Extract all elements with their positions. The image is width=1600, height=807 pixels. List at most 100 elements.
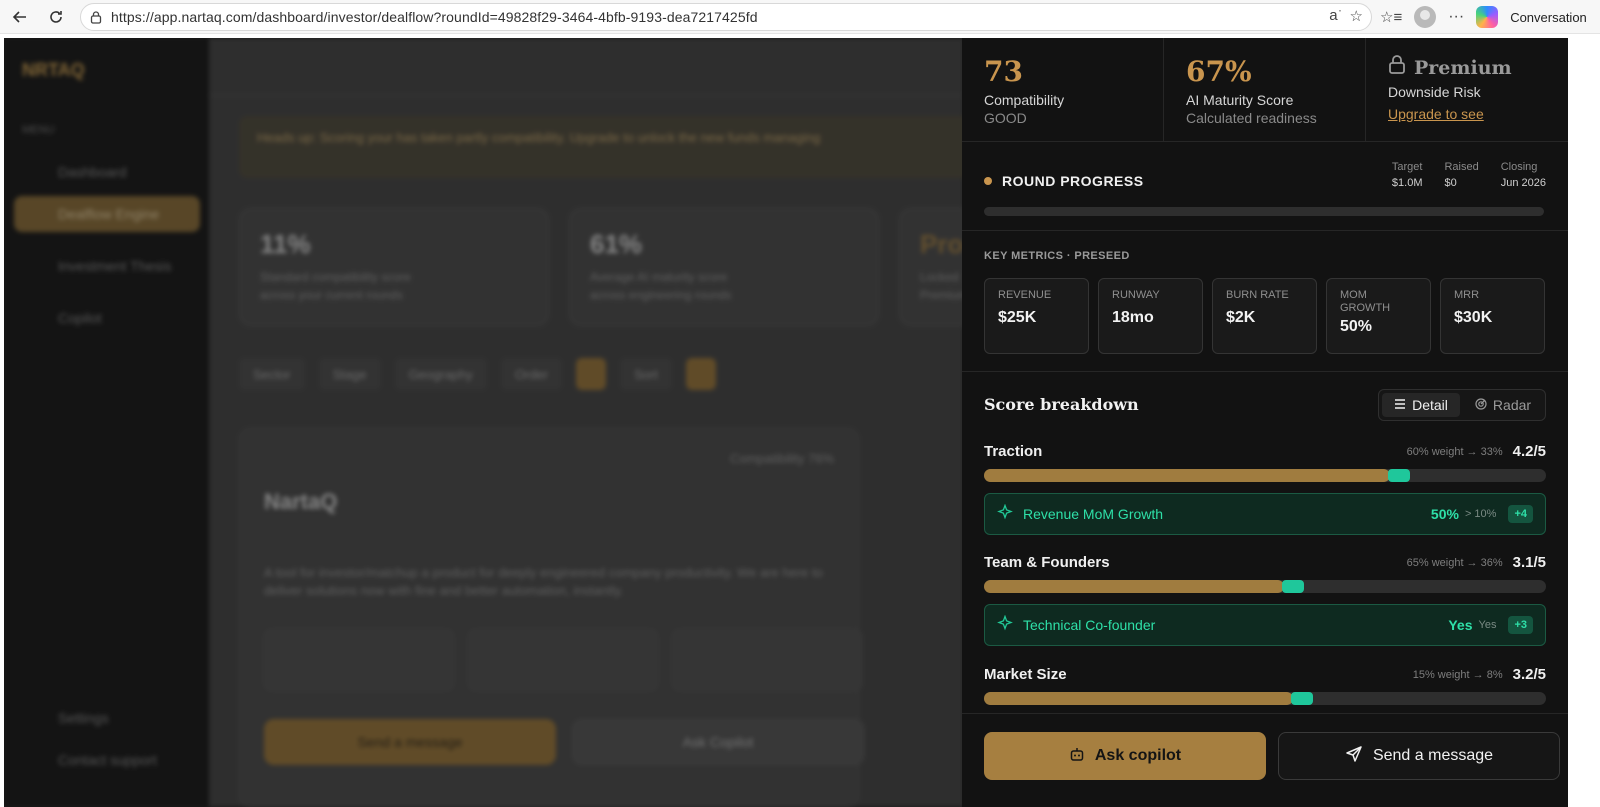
metric-runway: RUNWAY 18mo <box>1098 278 1203 354</box>
metric-burn-rate: BURN RATE $2K <box>1212 278 1317 354</box>
criterion-weight: 60% weight → 33% <box>1406 445 1503 458</box>
filter-toggle[interactable] <box>576 358 607 390</box>
criterion-score: 3.1/5 <box>1512 554 1546 571</box>
panel-footer: Ask copilot Send a message <box>962 713 1568 807</box>
summary-cards: 73 Compatibility GOOD 67% AI Maturity Sc… <box>962 38 1568 142</box>
filter-toggle[interactable] <box>685 358 716 390</box>
criterion-bar-fill <box>984 469 1390 482</box>
address-bar[interactable]: https://app.nartaq.com/dashboard/investo… <box>80 3 1372 31</box>
signal-points-badge: +3 <box>1508 616 1533 634</box>
filter-stage[interactable]: Stage <box>318 358 381 390</box>
metric-revenue: REVENUE $25K <box>984 278 1089 354</box>
kpi-label: Locked <box>920 270 959 284</box>
star-icon[interactable]: ☆ <box>1350 7 1363 25</box>
criterion-traction: Traction 60% weight → 33% 4.2/5 <box>984 443 1546 482</box>
raised-label: Raised <box>1444 161 1479 173</box>
metric-label: BURN RATE <box>1226 289 1289 301</box>
filter-order[interactable]: Order <box>500 358 563 390</box>
signal-name: Technical Co-founder <box>1023 617 1156 633</box>
filter-bar: Sector Stage Geography Order Sort <box>239 358 716 390</box>
downside-risk-label: Downside Risk <box>1388 84 1481 100</box>
compatibility-rating: GOOD <box>984 110 1027 126</box>
kpi-value: 61% <box>590 229 643 259</box>
metric-value: $30K <box>1454 309 1493 326</box>
metric-label: RUNWAY <box>1112 289 1160 301</box>
signal-threshold: > 10% <box>1464 508 1497 520</box>
sidebar-item-dealflow[interactable]: Dealflow Engine <box>14 196 200 232</box>
deal-ask-copilot-button[interactable]: Ask Copilot <box>572 719 864 765</box>
detail-view-button[interactable]: Detail <box>1382 393 1460 417</box>
kpi-label: Average AI maturity score <box>590 270 728 284</box>
sidebar-item-settings[interactable]: Settings <box>14 700 200 736</box>
filter-sort[interactable]: Sort <box>620 358 672 390</box>
criterion-bar <box>984 580 1546 593</box>
score-breakdown-section: Score breakdown Detail Radar Traction 60… <box>962 373 1568 713</box>
url-text[interactable]: https://app.nartaq.com/dashboard/investo… <box>111 9 758 25</box>
kpi-value: Pro <box>920 229 964 259</box>
kpi-sub: across your current rounds <box>260 288 403 302</box>
target-label: Target <box>1391 161 1423 173</box>
filter-sector[interactable]: Sector <box>239 358 305 390</box>
main-topbar <box>209 38 964 96</box>
deal-card[interactable]: Compatibility 76% NartaQ A tool for inve… <box>239 428 864 807</box>
ai-maturity-label: AI Maturity Score <box>1186 92 1294 108</box>
metric-label: REVENUE <box>998 289 1052 301</box>
detail-view-label: Detail <box>1412 397 1448 413</box>
criterion-name: Team & Founders <box>984 554 1110 571</box>
app-sidebar: NRTAQ MENU Dashboard Dealflow Engine Inv… <box>4 38 209 807</box>
more-icon[interactable]: ··· <box>1448 8 1464 26</box>
back-icon[interactable] <box>4 1 36 33</box>
background-app: NRTAQ MENU Dashboard Dealflow Engine Inv… <box>4 38 964 807</box>
signal-value: Yes <box>1448 617 1473 633</box>
status-dot <box>984 177 992 185</box>
ask-copilot-button[interactable]: Ask copilot <box>984 732 1266 780</box>
kpi-card: 61% Average AI maturity score across eng… <box>569 208 879 326</box>
upgrade-banner: Heads up: Scoring your has taken partly … <box>239 116 964 178</box>
lock-icon[interactable] <box>89 10 111 24</box>
criterion-weight: 15% weight → 8% <box>1412 668 1503 681</box>
app-main: Heads up: Scoring your has taken partly … <box>209 38 964 807</box>
send-message-button[interactable]: Send a message <box>1278 732 1560 780</box>
conversation-label[interactable]: Conversation <box>1510 10 1587 25</box>
favorites-icon[interactable]: ☆≡ <box>1380 8 1402 26</box>
sidebar-item-copilot[interactable]: Copilot <box>14 300 200 336</box>
upgrade-link[interactable]: Upgrade to see <box>1388 106 1484 122</box>
translate-icon[interactable]: a͘ <box>1329 7 1337 25</box>
send-message-label: Send a message <box>1372 747 1494 764</box>
radar-view-button[interactable]: Radar <box>1464 393 1542 417</box>
sidebar-item-dashboard[interactable]: Dashboard <box>14 154 200 190</box>
browser-toolbar: https://app.nartaq.com/dashboard/investo… <box>0 0 1600 34</box>
kpi-card: Pro Locked Premium <box>899 208 964 326</box>
radar-view-label: Radar <box>1492 397 1532 413</box>
key-metrics-section: KEY METRICS · PRESEED REVENUE $25K RUNWAY… <box>962 232 1568 372</box>
key-metrics-header: KEY METRICS · PRESEED <box>984 250 1130 262</box>
sidebar-item-support[interactable]: Contact support <box>14 742 200 778</box>
kpi-sub: across engineering rounds <box>590 288 732 302</box>
deal-compatibility: Compatibility 76% <box>729 451 834 466</box>
criterion-bar-fill <box>984 692 1294 705</box>
deal-stat <box>468 629 658 691</box>
copilot-icon[interactable] <box>1476 6 1499 28</box>
criterion-name: Market Size <box>984 666 1067 683</box>
kpi-sub: Premium <box>920 288 964 302</box>
round-meta: Target $1.0M Raised $0 Closing Jun 2026 <box>1392 161 1546 189</box>
ai-maturity-card: 67% AI Maturity Score Calculated readine… <box>1164 38 1366 142</box>
kpi-value: 11% <box>260 229 311 259</box>
target-value: $1.0M <box>1391 177 1423 189</box>
criterion-bar-marker <box>1281 580 1304 593</box>
ai-maturity-score: 67% <box>1186 55 1252 88</box>
lock-icon <box>1388 54 1406 82</box>
refresh-icon[interactable] <box>40 1 72 33</box>
deal-send-message-button[interactable]: Send a message <box>264 719 556 765</box>
filter-geography[interactable]: Geography <box>394 358 487 390</box>
sidebar-item-thesis[interactable]: Investment Thesis <box>14 248 200 284</box>
criterion-bar <box>984 469 1546 482</box>
premium-label: Premium <box>1414 57 1512 79</box>
sparkle-icon <box>997 503 1023 525</box>
criterion-bar-fill <box>984 580 1284 593</box>
signal-threshold: Yes <box>1478 619 1497 631</box>
signal-value: 50% <box>1430 506 1459 522</box>
metric-label: MRR <box>1454 289 1480 301</box>
profile-icon[interactable] <box>1414 6 1437 28</box>
signal-points-badge: +4 <box>1508 505 1533 523</box>
